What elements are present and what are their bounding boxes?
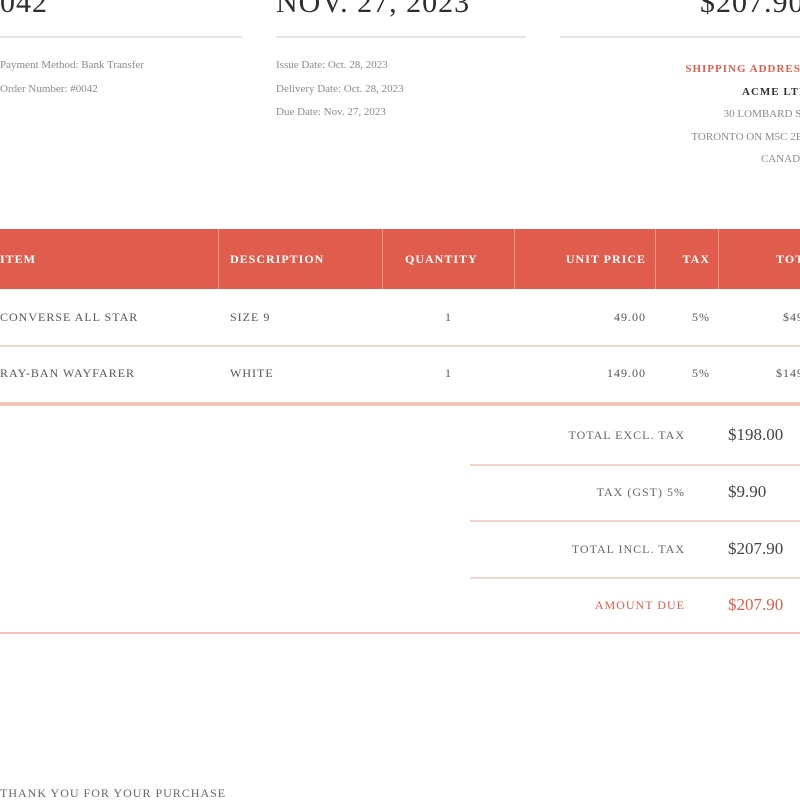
shipping-line2: TORONTO ON M5C 2E4 xyxy=(691,130,800,143)
invoice-page: 042 NOV. 27, 2023 $207.90 Payment Method… xyxy=(0,0,800,800)
column-header-item: ITEM xyxy=(0,252,37,266)
date-info: Issue Date: Oct. 28, 2023 Delivery Date:… xyxy=(276,54,404,125)
cell-item: RAY-BAN WAYFARER xyxy=(0,366,136,380)
summary-label: AMOUNT DUE xyxy=(594,598,685,612)
column-separator xyxy=(382,229,383,289)
summary-bottom-divider xyxy=(0,632,800,634)
invoice-number: 042 xyxy=(0,0,48,19)
table-bottom-divider xyxy=(0,402,800,406)
items-table-header: ITEM DESCRIPTION QUANTITY UNIT PRICE TAX… xyxy=(0,229,800,289)
cell-tax: 5% xyxy=(692,366,710,380)
column-separator xyxy=(514,229,515,289)
shipping-line1: 30 LOMBARD ST xyxy=(723,108,800,120)
summary-total-incl-tax: TOTAL INCL. TAX $207.90 xyxy=(470,521,800,577)
cell-quantity: 1 xyxy=(445,366,452,380)
issue-date: Issue Date: Oct. 28, 2023 xyxy=(276,59,388,71)
summary-label: TAX (GST) 5% xyxy=(596,485,685,499)
amount-large: $207.90 xyxy=(700,0,800,19)
header-divider xyxy=(560,36,800,38)
due-date: Due Date: Nov. 27, 2023 xyxy=(276,106,386,118)
cell-description: WHITE xyxy=(230,366,274,380)
order-number: Order Number: #0042 xyxy=(0,82,98,95)
cell-total: $49.00 xyxy=(783,310,800,324)
delivery-date: Delivery Date: Oct. 28, 2023 xyxy=(276,82,404,95)
column-separator xyxy=(718,229,719,289)
cell-unit-price: 49.00 xyxy=(614,310,646,324)
shipping-country: CANADA xyxy=(760,153,800,165)
column-header-quantity: QUANTITY xyxy=(405,252,478,266)
table-row: RAY-BAN WAYFARER WHITE 1 149.00 5% $149.… xyxy=(0,345,800,401)
payment-info: Payment Method: Bank Transfer Order Numb… xyxy=(0,54,144,101)
cell-total: $149.00 xyxy=(776,366,800,380)
due-date-large: NOV. 27, 2023 xyxy=(276,0,471,19)
summary-value: $207.90 xyxy=(728,595,784,614)
summary-value: $9.90 xyxy=(728,482,767,501)
thank-you-note: THANK YOU FOR YOUR PURCHASE xyxy=(0,786,227,800)
cell-description: SIZE 9 xyxy=(230,310,271,324)
summary-value: $207.90 xyxy=(728,539,784,558)
cell-item: CONVERSE ALL STAR xyxy=(0,310,139,324)
column-separator xyxy=(655,229,656,289)
cell-unit-price: 149.00 xyxy=(607,366,646,380)
cell-tax: 5% xyxy=(692,310,710,324)
shipping-heading: SHIPPING ADDRESS xyxy=(685,63,800,75)
cell-quantity: 1 xyxy=(445,310,452,324)
header-divider xyxy=(276,36,526,38)
summary-value: $198.00 xyxy=(728,425,784,444)
summary-tax: TAX (GST) 5% $9.90 xyxy=(470,464,800,520)
shipping-name: ACME LTD xyxy=(742,85,800,98)
summary-amount-due: AMOUNT DUE $207.90 xyxy=(470,577,800,633)
column-header-description: DESCRIPTION xyxy=(230,252,325,266)
header-divider xyxy=(0,36,242,38)
summary-label: TOTAL INCL. TAX xyxy=(571,542,685,556)
summary-total-excl-tax: TOTAL EXCL. TAX $198.00 xyxy=(470,407,800,463)
table-row: CONVERSE ALL STAR SIZE 9 1 49.00 5% $49.… xyxy=(0,289,800,345)
column-header-total: TOTAL xyxy=(776,252,800,266)
summary-label: TOTAL EXCL. TAX xyxy=(568,428,685,442)
shipping-address: SHIPPING ADDRESS ACME LTD 30 LOMBARD ST … xyxy=(685,58,800,171)
payment-method: Payment Method: Bank Transfer xyxy=(0,59,144,71)
column-header-unit-price: UNIT PRICE xyxy=(565,252,646,266)
column-separator xyxy=(218,229,219,289)
column-header-tax: TAX xyxy=(682,252,710,266)
